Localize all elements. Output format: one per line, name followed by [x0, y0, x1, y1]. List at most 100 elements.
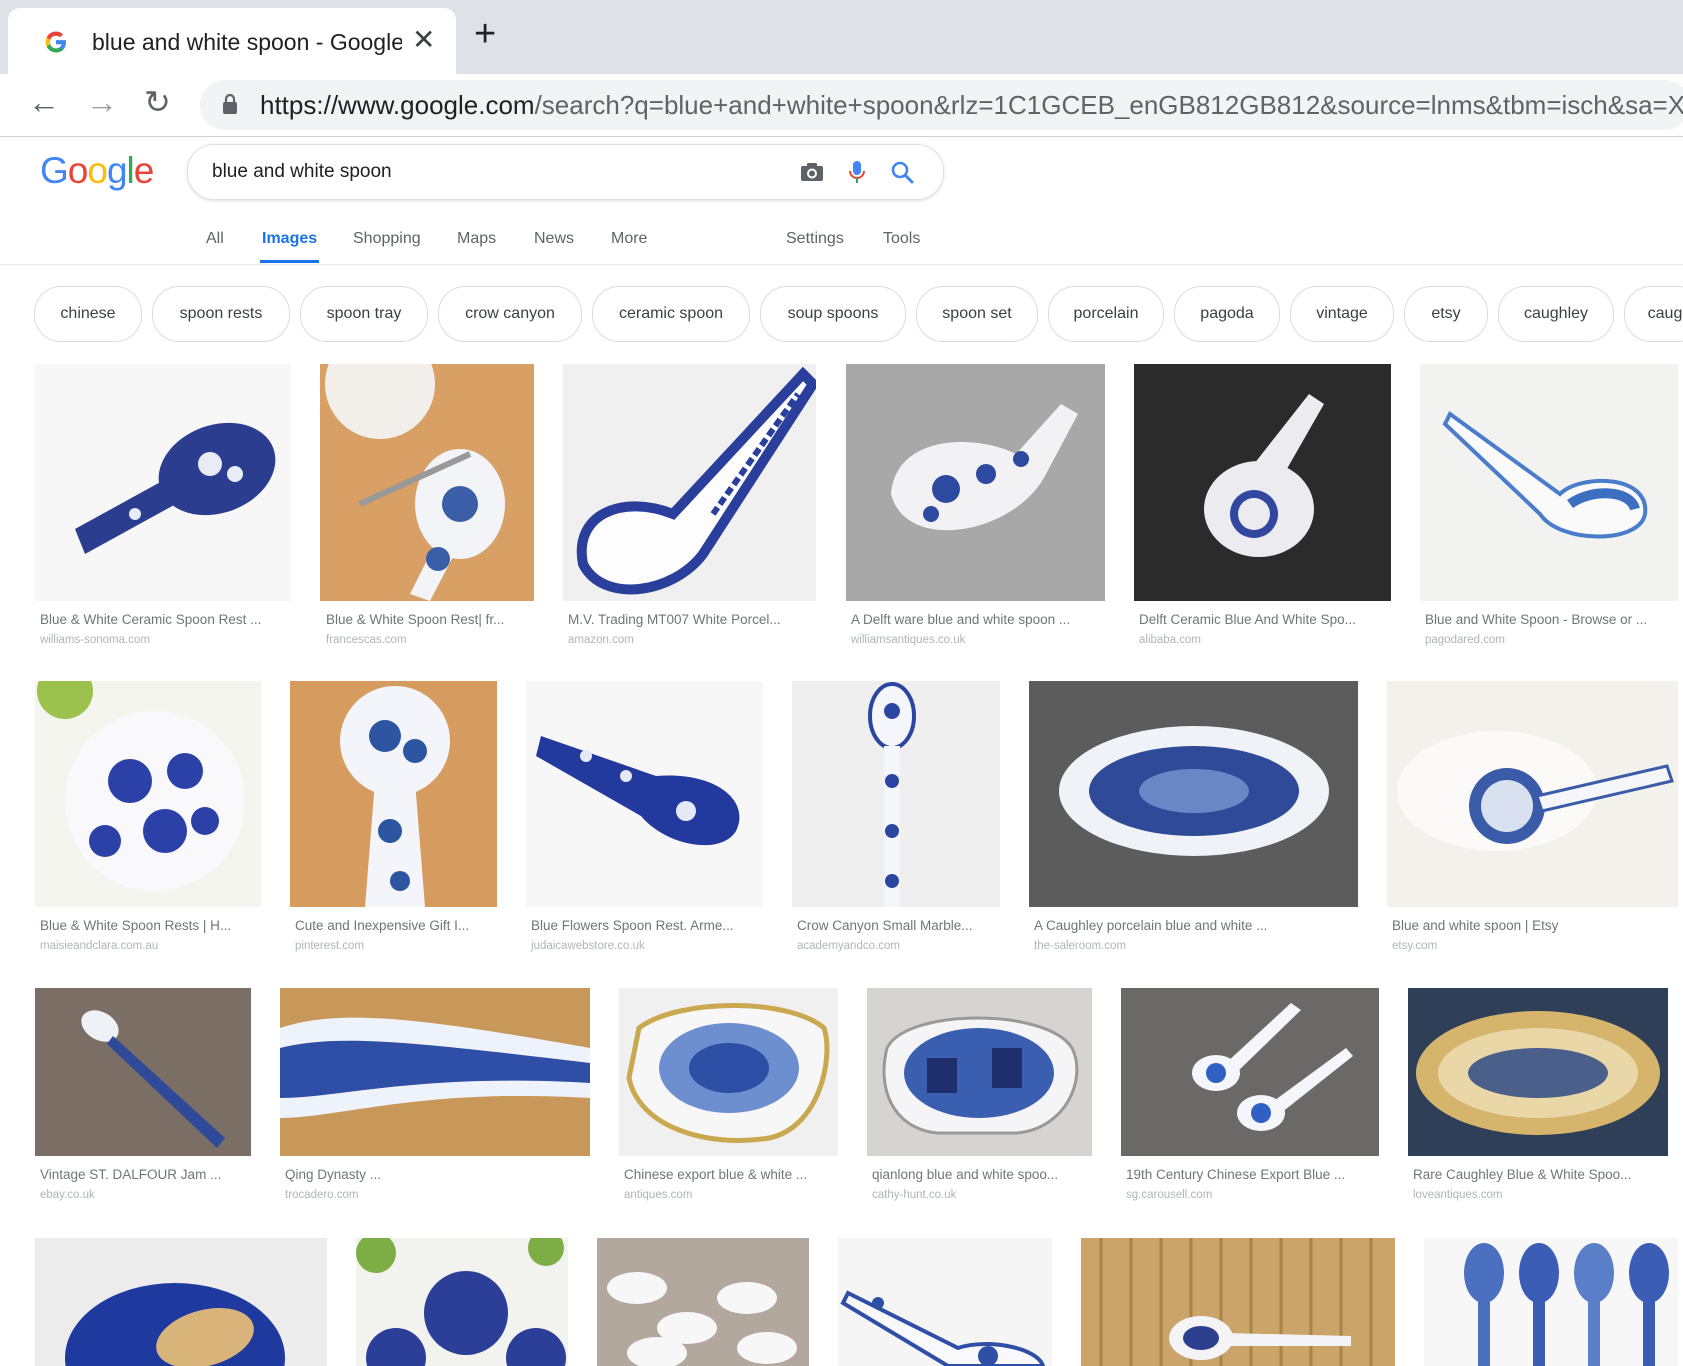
chip-etsy[interactable]: etsy — [1404, 286, 1488, 342]
result-caption[interactable]: A Delft ware blue and white spoon ... — [851, 612, 1105, 627]
chip-porcelain[interactable]: porcelain — [1048, 286, 1164, 342]
result-image[interactable] — [867, 988, 1092, 1156]
address-bar[interactable]: https://www.google.com/search?q=blue+and… — [200, 80, 1683, 130]
chip-chinese[interactable]: chinese — [34, 286, 142, 342]
chip-caughley-more[interactable]: caug — [1624, 286, 1683, 342]
result-image[interactable] — [35, 1238, 327, 1366]
chip-soup-spoons[interactable]: soup spoons — [760, 286, 906, 342]
result-caption[interactable]: Rare Caughley Blue & White Spoo... — [1413, 1167, 1668, 1182]
chip-spoon-tray[interactable]: spoon tray — [300, 286, 428, 342]
url-text: https://www.google.com/search?q=blue+and… — [260, 90, 1683, 120]
result-caption[interactable]: 19th Century Chinese Export Blue ... — [1126, 1167, 1379, 1182]
close-tab-icon[interactable]: ✕ — [412, 25, 435, 55]
result-image[interactable] — [1387, 681, 1678, 907]
chip-pagoda[interactable]: pagoda — [1174, 286, 1280, 342]
result-image[interactable] — [526, 681, 763, 907]
result-image[interactable] — [35, 681, 261, 907]
reload-icon[interactable]: ↻ — [144, 82, 171, 122]
result-domain: alibaba.com — [1139, 634, 1202, 646]
result-domain: sg.carousell.com — [1126, 1189, 1213, 1201]
result-image[interactable] — [597, 1238, 809, 1366]
result-caption[interactable]: Blue & White Spoon Rests | H... — [40, 918, 261, 933]
result-caption[interactable]: Chinese export blue & white ... — [624, 1167, 838, 1182]
camera-icon[interactable] — [798, 158, 826, 186]
google-favicon-icon — [45, 31, 66, 53]
browser-tab[interactable]: blue and white spoon - Google S ✕ — [8, 8, 456, 74]
result-domain: maisieandclara.com.au — [40, 940, 159, 952]
chip-spoon-rests[interactable]: spoon rests — [152, 286, 290, 342]
related-search-chips: chinese spoon rests spoon tray crow cany… — [0, 286, 1683, 344]
tab-shopping[interactable]: Shopping — [353, 230, 421, 248]
result-domain: francescas.com — [326, 634, 407, 646]
result-image[interactable] — [356, 1238, 568, 1366]
result-domain: cathy-hunt.co.uk — [872, 1189, 957, 1201]
tab-images[interactable]: Images — [259, 230, 320, 263]
chip-spoon-set[interactable]: spoon set — [916, 286, 1038, 342]
result-caption[interactable]: Blue & White Ceramic Spoon Rest ... — [40, 612, 290, 627]
result-image[interactable] — [1134, 364, 1391, 601]
result-domain: williams-sonoma.com — [40, 634, 150, 646]
chip-caughley[interactable]: caughley — [1498, 286, 1614, 342]
result-image[interactable] — [1121, 988, 1379, 1156]
result-domain: pinterest.com — [295, 940, 365, 952]
result-image[interactable] — [846, 364, 1105, 601]
result-domain: williamsantiques.co.uk — [851, 634, 966, 646]
result-domain: academyandco.com — [797, 940, 900, 952]
result-domain: loveantiques.com — [1413, 1189, 1503, 1201]
result-caption[interactable]: Cute and Inexpensive Gift I... — [295, 918, 497, 933]
browser-toolbar: ← → ↻ https://www.google.com/search?q=bl… — [0, 74, 1683, 137]
tab-tools[interactable]: Tools — [883, 230, 920, 248]
result-image[interactable] — [1029, 681, 1358, 907]
result-image[interactable] — [35, 364, 291, 601]
search-nav-tabs: All Images Shopping Maps News More Setti… — [0, 222, 1683, 265]
result-caption[interactable]: Blue Flowers Spoon Rest. Arme... — [531, 918, 763, 933]
result-image[interactable] — [290, 681, 497, 907]
result-caption[interactable]: A Caughley porcelain blue and white ... — [1034, 918, 1358, 933]
lock-icon — [223, 93, 237, 114]
search-box — [187, 144, 944, 200]
result-caption[interactable]: Crow Canyon Small Marble... — [797, 918, 1000, 933]
result-image[interactable] — [1424, 1238, 1678, 1366]
chip-crow-canyon[interactable]: crow canyon — [438, 286, 582, 342]
result-image[interactable] — [35, 988, 251, 1156]
result-domain: etsy.com — [1392, 940, 1438, 952]
result-caption[interactable]: Blue and White Spoon - Browse or ... — [1425, 612, 1678, 627]
result-image[interactable] — [838, 1238, 1052, 1366]
search-icon[interactable] — [888, 158, 916, 186]
result-caption[interactable]: Delft Ceramic Blue And White Spo... — [1139, 612, 1391, 627]
back-arrow-icon[interactable]: ← — [28, 82, 60, 122]
result-image[interactable] — [280, 988, 590, 1156]
result-caption[interactable]: Qing Dynasty ... — [285, 1167, 590, 1182]
result-caption[interactable]: Blue and white spoon | Etsy — [1392, 918, 1678, 933]
tab-news[interactable]: News — [534, 230, 574, 248]
result-domain: amazon.com — [568, 634, 634, 646]
tab-settings[interactable]: Settings — [786, 230, 844, 248]
result-image[interactable] — [1408, 988, 1668, 1156]
result-domain: pagodared.com — [1425, 634, 1505, 646]
result-domain: antiques.com — [624, 1189, 693, 1201]
chip-ceramic-spoon[interactable]: ceramic spoon — [592, 286, 750, 342]
result-domain: judaicawebstore.co.uk — [531, 940, 645, 952]
result-image[interactable] — [792, 681, 1000, 907]
result-domain: trocadero.com — [285, 1189, 359, 1201]
result-image[interactable] — [320, 364, 534, 601]
result-caption[interactable]: Vintage ST. DALFOUR Jam ... — [40, 1167, 251, 1182]
tab-maps[interactable]: Maps — [457, 230, 496, 248]
result-image[interactable] — [1420, 364, 1678, 601]
new-tab-icon[interactable]: + — [474, 14, 496, 54]
microphone-icon[interactable] — [843, 158, 871, 186]
tab-title: blue and white spoon - Google S — [92, 29, 402, 55]
result-caption[interactable]: M.V. Trading MT007 White Porcel... — [568, 612, 816, 627]
forward-arrow-icon[interactable]: → — [86, 82, 118, 122]
chip-vintage[interactable]: vintage — [1290, 286, 1394, 342]
search-input[interactable] — [210, 157, 754, 187]
result-image[interactable] — [563, 364, 816, 601]
google-logo[interactable]: Google — [40, 150, 154, 192]
result-image[interactable] — [619, 988, 838, 1156]
result-caption[interactable]: Blue & White Spoon Rest| fr... — [326, 612, 534, 627]
tab-more[interactable]: More — [611, 230, 647, 248]
result-caption[interactable]: qianlong blue and white spoo... — [872, 1167, 1092, 1182]
result-image[interactable] — [1081, 1238, 1395, 1366]
tab-all[interactable]: All — [206, 230, 224, 248]
result-domain: ebay.co.uk — [40, 1189, 95, 1201]
